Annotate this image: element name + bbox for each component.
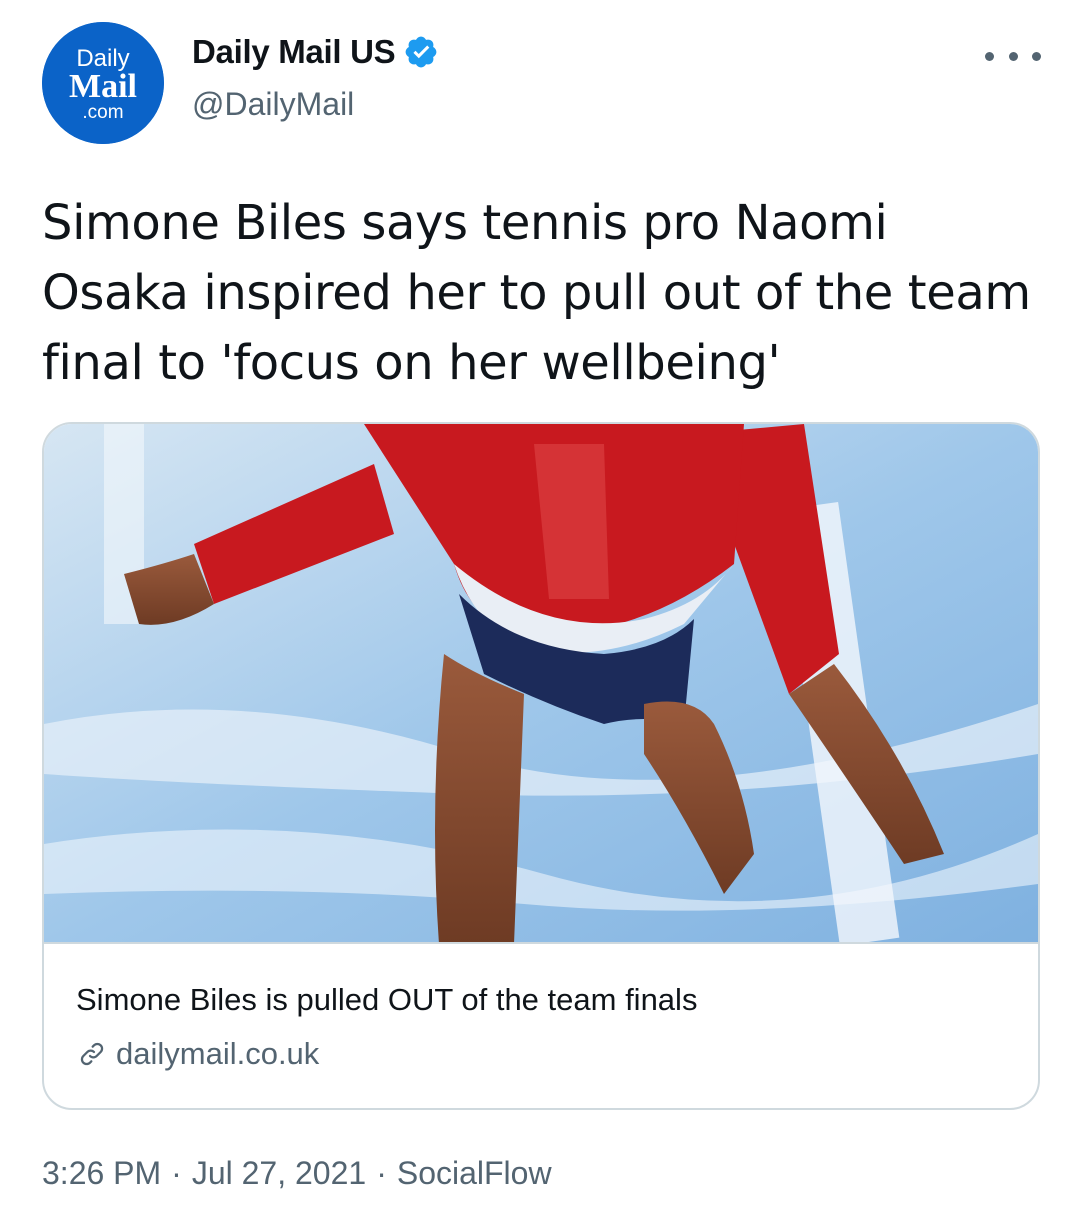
link-icon (80, 1042, 104, 1066)
meta-separator: · (171, 1155, 182, 1191)
tweet: Daily Mail .com Daily Mail US @DailyMail… (0, 0, 1080, 1213)
tweet-source[interactable]: SocialFlow (397, 1155, 552, 1192)
svg-text:Mail: Mail (69, 68, 137, 105)
dot-icon (1032, 51, 1041, 61)
dot-icon (1008, 51, 1018, 61)
avatar[interactable]: Daily Mail .com (42, 22, 164, 144)
card-title[interactable]: Simone Biles is pulled OUT of the team f… (76, 982, 697, 1018)
meta-separator: · (376, 1155, 387, 1191)
more-options-icon[interactable] (985, 46, 1041, 66)
author-name-row[interactable]: Daily Mail US (192, 33, 439, 71)
author-handle[interactable]: @DailyMail (192, 86, 354, 123)
dot-icon (985, 51, 994, 61)
card-domain[interactable]: dailymail.co.uk (76, 1036, 319, 1072)
author-display-name[interactable]: Daily Mail US (192, 33, 396, 71)
tweet-time[interactable]: 3:26 PM (42, 1155, 161, 1192)
tweet-text: Simone Biles says tennis pro Naomi Osaka… (42, 195, 1031, 391)
card-image[interactable] (44, 424, 1038, 944)
gymnast-photo (44, 424, 1038, 942)
link-preview-card[interactable]: Simone Biles is pulled OUT of the team f… (42, 422, 1040, 1110)
tweet-date[interactable]: Jul 27, 2021 (192, 1155, 366, 1192)
card-domain-text: dailymail.co.uk (116, 1036, 320, 1071)
tweet-meta: 3:26 PM · Jul 27, 2021 · SocialFlow (42, 1155, 552, 1192)
daily-mail-logo: Daily Mail .com (42, 22, 164, 144)
svg-text:.com: .com (82, 102, 123, 123)
verified-badge-icon (405, 36, 437, 68)
